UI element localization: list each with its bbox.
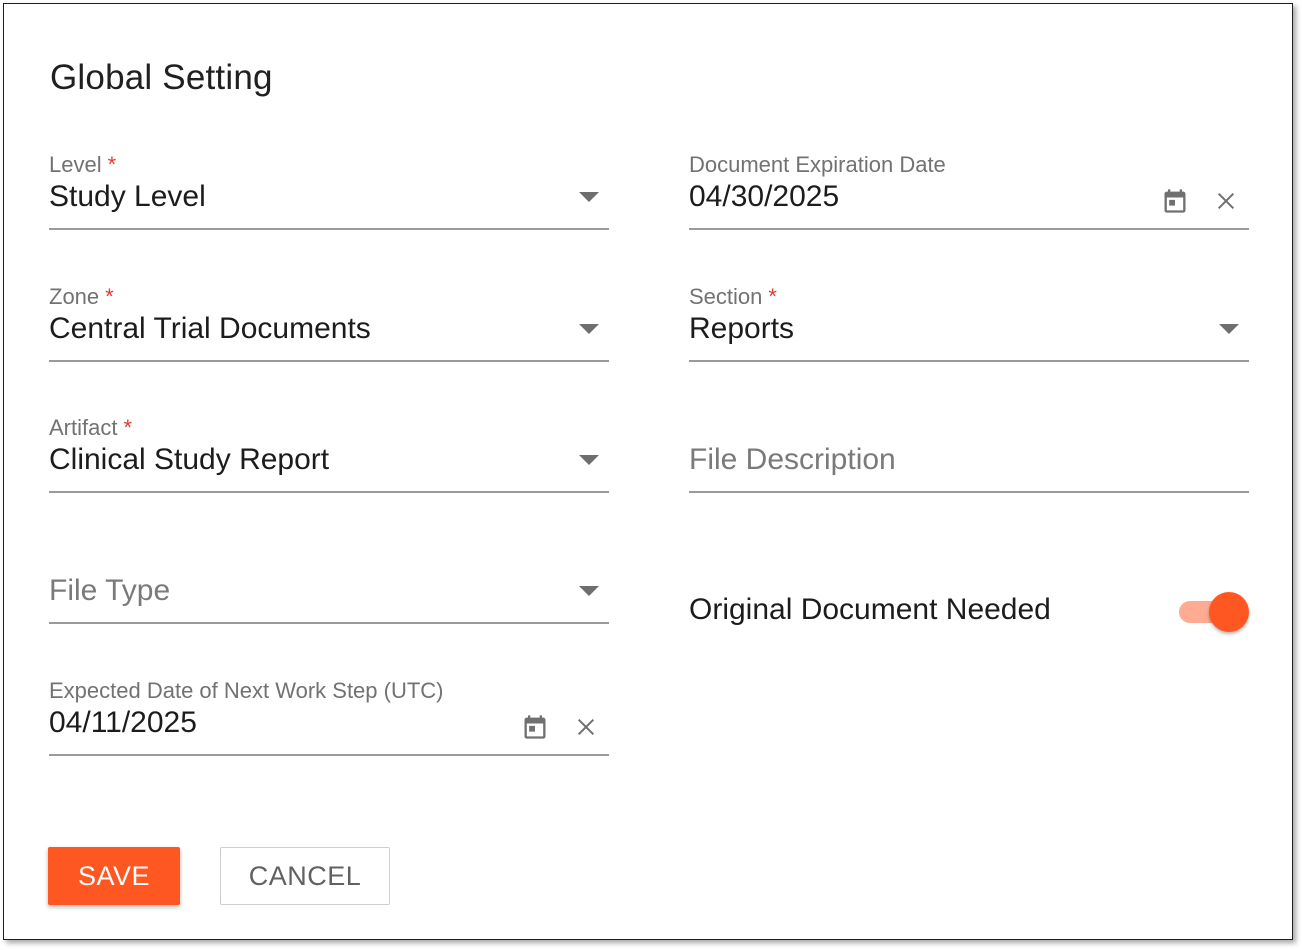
document-expiration-date-field[interactable]: Document Expiration Date 04/30/2025 xyxy=(689,152,1249,242)
section-select[interactable]: Section * Reports xyxy=(689,284,1249,374)
zone-label: Zone * xyxy=(49,284,114,309)
file-type-select[interactable]: File Type xyxy=(49,546,609,636)
calendar-icon[interactable] xyxy=(1161,186,1189,216)
expected-date-value[interactable]: 04/11/2025 xyxy=(49,706,197,740)
zone-select[interactable]: Zone * Central Trial Documents xyxy=(49,284,609,374)
expected-date-label: Expected Date of Next Work Step (UTC) xyxy=(49,678,444,703)
dialog-title: Global Setting xyxy=(50,58,273,97)
artifact-value: Clinical Study Report xyxy=(49,443,330,476)
level-select[interactable]: Level * Study Level xyxy=(49,152,609,242)
expected-date-field[interactable]: Expected Date of Next Work Step (UTC) 04… xyxy=(49,678,609,768)
chevron-down-icon[interactable] xyxy=(1219,324,1239,334)
cancel-button[interactable]: CANCEL xyxy=(220,847,390,905)
level-label: Level * xyxy=(49,152,117,177)
required-marker: * xyxy=(107,152,117,177)
required-marker: * xyxy=(123,415,133,440)
chevron-down-icon[interactable] xyxy=(579,586,599,596)
chevron-down-icon[interactable] xyxy=(579,324,599,334)
document-expiration-date-underline xyxy=(689,228,1249,230)
artifact-underline xyxy=(49,491,609,493)
toggle-thumb[interactable] xyxy=(1209,592,1249,632)
original-document-needed-label: Original Document Needed xyxy=(689,593,1051,626)
chevron-down-icon[interactable] xyxy=(579,192,599,202)
zone-underline xyxy=(49,360,609,362)
global-setting-dialog: Global Setting Level * Study Level Docume… xyxy=(3,3,1293,940)
calendar-icon[interactable] xyxy=(521,712,549,742)
required-marker: * xyxy=(768,284,777,309)
file-type-underline xyxy=(49,622,609,624)
section-label: Section * xyxy=(689,284,777,309)
section-value: Reports xyxy=(689,312,795,345)
section-underline xyxy=(689,360,1249,362)
document-expiration-date-label: Document Expiration Date xyxy=(689,152,946,177)
document-expiration-date-value[interactable]: 04/30/2025 xyxy=(689,180,839,214)
required-marker: * xyxy=(105,284,114,309)
original-document-needed-row: Original Document Needed xyxy=(689,587,1249,637)
artifact-select[interactable]: Artifact * Clinical Study Report xyxy=(49,415,609,505)
file-type-placeholder: File Type xyxy=(49,574,171,607)
file-description-placeholder[interactable]: File Description xyxy=(689,443,896,477)
original-document-needed-toggle[interactable] xyxy=(1177,591,1249,632)
level-value: Study Level xyxy=(49,180,206,213)
expected-date-underline xyxy=(49,754,609,756)
close-icon[interactable] xyxy=(575,716,597,738)
artifact-label: Artifact * xyxy=(49,415,133,440)
level-underline xyxy=(49,228,609,230)
file-description-underline xyxy=(689,491,1249,493)
zone-value: Central Trial Documents xyxy=(49,312,371,345)
close-icon[interactable] xyxy=(1215,190,1237,212)
file-description-input[interactable]: File Description xyxy=(689,415,1249,505)
save-button[interactable]: SAVE xyxy=(48,847,180,905)
chevron-down-icon[interactable] xyxy=(579,455,599,465)
